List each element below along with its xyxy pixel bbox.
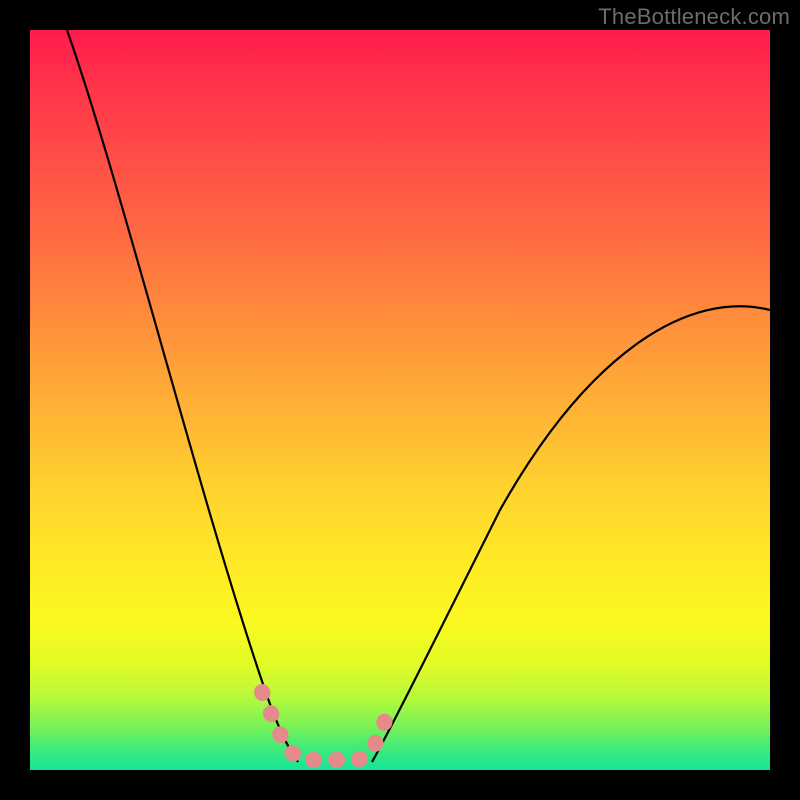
plot-area bbox=[30, 30, 770, 770]
chart-frame: TheBottleneck.com bbox=[0, 0, 800, 800]
curve-left bbox=[67, 30, 298, 762]
curve-right bbox=[372, 306, 770, 762]
marker-segment bbox=[262, 692, 390, 760]
curve-overlay bbox=[30, 30, 770, 770]
watermark-text: TheBottleneck.com bbox=[598, 4, 790, 30]
